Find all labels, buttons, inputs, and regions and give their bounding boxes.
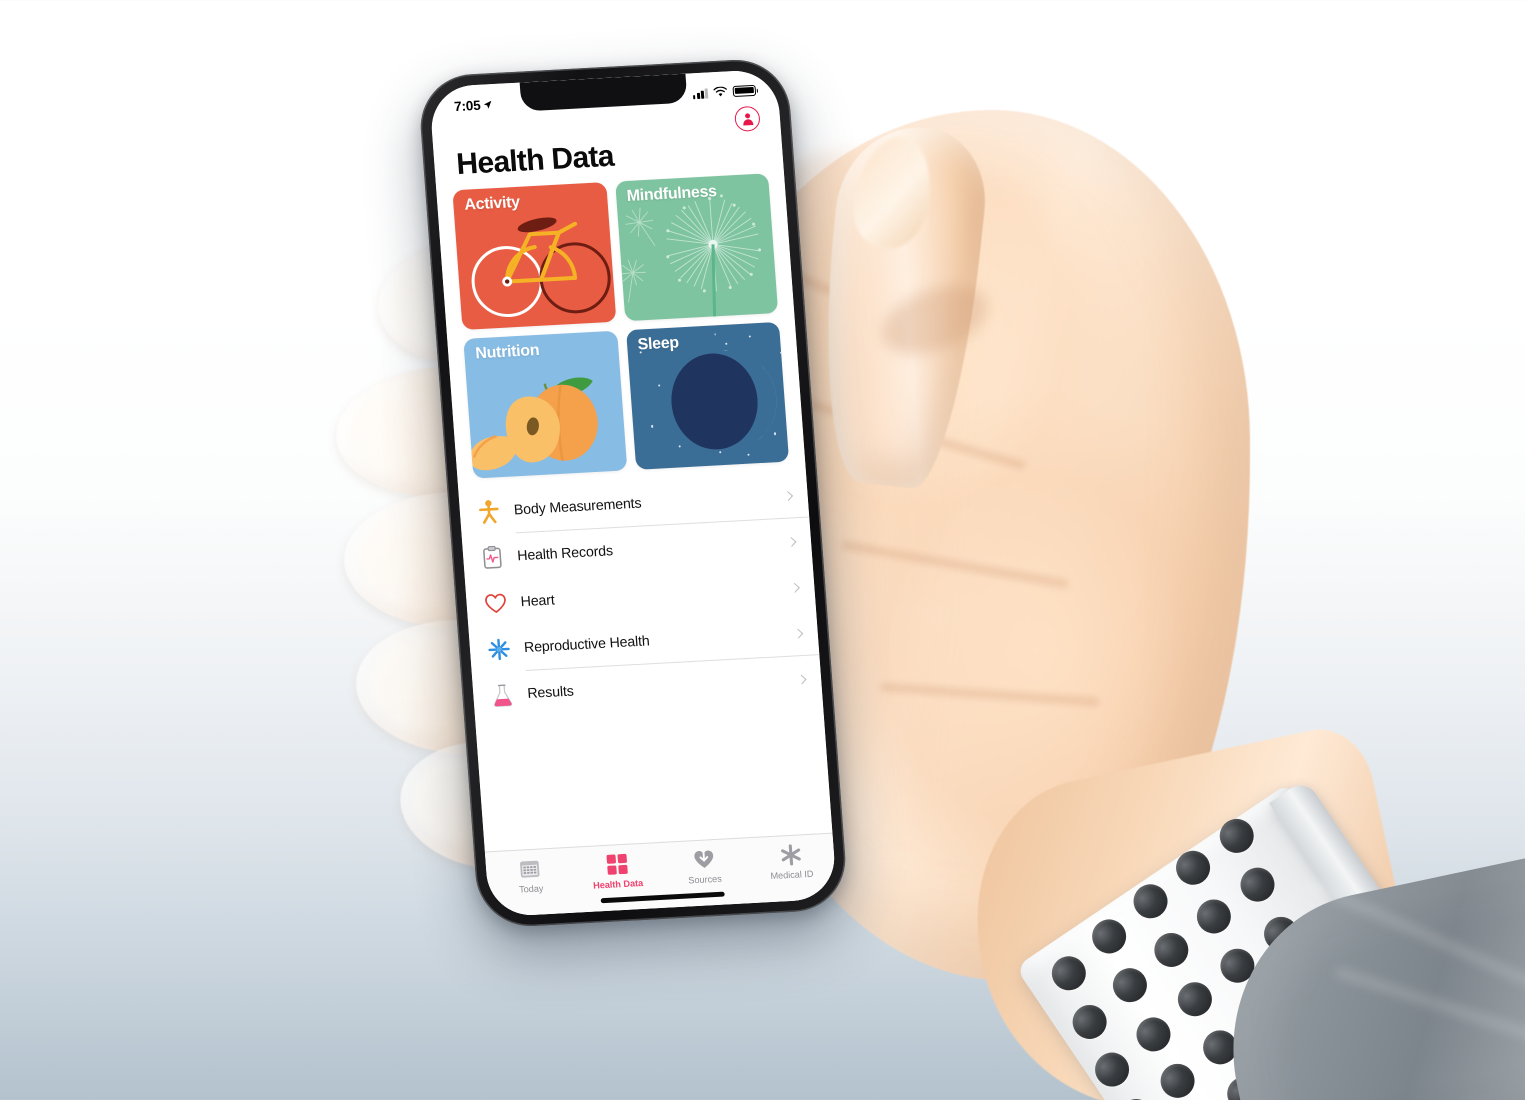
- status-bar-left: 7:05: [454, 97, 493, 114]
- list-item-label: Reproductive Health: [523, 633, 651, 657]
- lab-flask-icon: [486, 680, 518, 712]
- list-item-label: Results: [526, 683, 575, 702]
- person-silhouette-icon: [740, 112, 754, 126]
- card-mindfulness[interactable]: Mindfulness: [614, 173, 779, 322]
- tab-sources[interactable]: Sources: [659, 844, 749, 887]
- tab-health-data[interactable]: Health Data: [572, 849, 662, 892]
- tab-medical-id[interactable]: Medical ID: [746, 840, 836, 883]
- category-list: Body Measurements Health Records Heart R…: [458, 472, 832, 852]
- tab-label: Health Data: [592, 877, 644, 891]
- profile-avatar-icon[interactable]: [734, 105, 761, 132]
- list-item-label: Heart: [520, 592, 556, 611]
- tab-label: Medical ID: [770, 868, 814, 882]
- card-sleep[interactable]: Sleep: [625, 321, 790, 470]
- calendar-icon: [518, 856, 541, 882]
- body-figure-icon: [473, 496, 505, 528]
- tab-today[interactable]: Today: [485, 854, 575, 897]
- status-bar-right: [692, 84, 757, 99]
- heart-download-icon: [691, 846, 717, 872]
- battery-icon: [732, 84, 757, 97]
- asterisk-icon: [778, 841, 802, 867]
- health-app: Health Data Activity Mindfulness Nutriti…: [428, 68, 838, 918]
- card-activity-label: Activity: [463, 193, 521, 214]
- four-squares-icon: [605, 851, 629, 877]
- card-activity[interactable]: Activity: [452, 182, 616, 331]
- tab-label: Sources: [687, 873, 723, 886]
- location-arrow-icon: [484, 100, 492, 109]
- card-nutrition[interactable]: Nutrition: [463, 330, 627, 479]
- wifi-icon: [713, 86, 727, 96]
- iphone-device: 7:05 Health Data Activity Mindfulness Nu…: [416, 57, 850, 929]
- asterisk-flower-icon: [483, 634, 515, 666]
- scene-stage: 7:05 Health Data Activity Mindfulness Nu…: [0, 0, 1525, 1100]
- tab-label: Today: [518, 883, 544, 895]
- list-item-label: Health Records: [516, 543, 614, 565]
- cellular-signal-icon: [692, 87, 709, 99]
- heart-outline-icon: [480, 588, 512, 620]
- card-nutrition-label: Nutrition: [474, 341, 540, 363]
- status-bar-time: 7:05: [453, 97, 481, 114]
- card-sleep-label: Sleep: [637, 334, 680, 354]
- phone-screen[interactable]: 7:05 Health Data Activity Mindfulness Nu…: [428, 68, 838, 918]
- list-item-label: Body Measurements: [513, 495, 642, 519]
- clipboard-chart-icon: [476, 542, 508, 574]
- category-card-grid: Activity Mindfulness Nutrition Sleep: [436, 172, 805, 479]
